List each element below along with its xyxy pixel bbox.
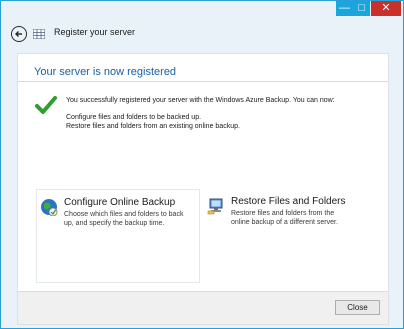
success-message: You successfully registered your server … (66, 97, 335, 104)
list-item: Restore files and folders from an existi… (66, 123, 240, 130)
page-heading: Your server is now registered (34, 66, 177, 78)
computer-restore-icon (207, 198, 223, 215)
footer-bar: Close (17, 291, 389, 325)
option-description-line: up, and specify the backup time. (64, 220, 165, 227)
title-bar: — □ ✕ Register your server (1, 1, 403, 53)
content-panel: Your server is now registered You succes… (17, 53, 389, 292)
close-button[interactable]: Close (335, 300, 380, 315)
option-description-line: Restore files and folders from the (231, 210, 335, 217)
globe-backup-icon (41, 199, 58, 216)
window-title: Register your server (54, 27, 136, 37)
back-button[interactable] (11, 26, 27, 42)
success-check-icon (35, 96, 57, 114)
maximize-button[interactable]: □ (353, 1, 370, 16)
close-window-button[interactable]: ✕ (371, 1, 401, 16)
option-description: Choose which files and folders to back u… (64, 210, 183, 228)
configure-online-backup-option[interactable]: Configure Online Backup Choose which fil… (36, 189, 200, 283)
restore-files-folders-option[interactable]: Restore Files and Folders Restore files … (204, 189, 374, 281)
wizard-window: — □ ✕ Register your server Your server i… (0, 0, 404, 329)
app-grid-icon (33, 29, 45, 39)
option-description-line: Choose which files and folders to back (64, 211, 184, 218)
capabilities-list: Configure files and folders to be backed… (66, 113, 240, 131)
option-description-line: online backup of a different server. (231, 219, 338, 226)
heading-divider (18, 81, 388, 82)
option-description: Restore files and folders from the onlin… (231, 209, 338, 227)
option-title: Configure Online Backup (64, 197, 176, 208)
option-title: Restore Files and Folders (231, 196, 346, 207)
list-item: Configure files and folders to be backed… (66, 114, 202, 121)
back-arrow-icon (15, 31, 22, 37)
minimize-button[interactable]: — (336, 1, 353, 16)
